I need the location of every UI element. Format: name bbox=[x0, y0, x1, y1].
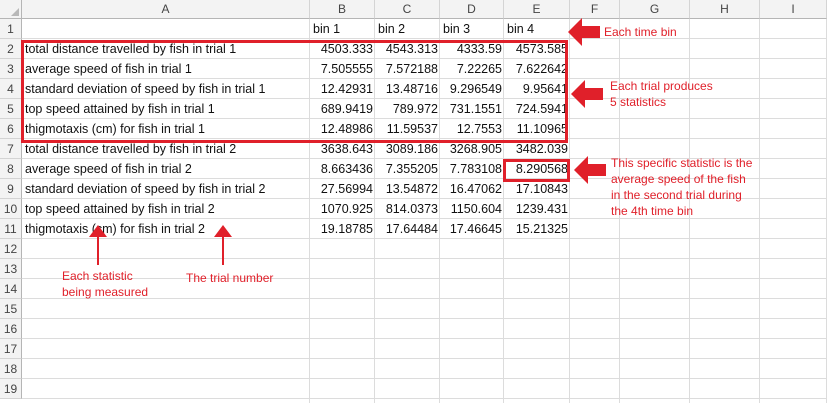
cell-c1[interactable]: bin 2 bbox=[375, 19, 440, 39]
column-header-a[interactable]: A bbox=[22, 0, 310, 19]
cell-c9[interactable]: 13.54872 bbox=[375, 179, 440, 199]
annotation-statistic-line1: Each statistic bbox=[62, 269, 133, 283]
column-header-f[interactable]: F bbox=[570, 0, 620, 19]
arrow-up-trial-number-icon bbox=[214, 225, 232, 265]
column-header-i[interactable]: I bbox=[760, 0, 827, 19]
cell-d11[interactable]: 17.46645 bbox=[440, 219, 504, 239]
cell-b10[interactable]: 1070.925 bbox=[310, 199, 375, 219]
column-header-h[interactable]: H bbox=[690, 0, 760, 19]
annotation-statistic-line2: being measured bbox=[62, 285, 149, 299]
cell-e9[interactable]: 17.10843 bbox=[504, 179, 570, 199]
annotation-specific-line2: average speed of the fish bbox=[611, 172, 746, 186]
grid-column-line bbox=[759, 19, 760, 403]
row-header-12[interactable]: 12 bbox=[0, 239, 22, 259]
cell-b11[interactable]: 19.18785 bbox=[310, 219, 375, 239]
row-header-15[interactable]: 15 bbox=[0, 299, 22, 319]
cell-a8[interactable]: average speed of fish in trial 2 bbox=[22, 159, 310, 179]
grid-row-line bbox=[22, 398, 827, 399]
row-header-1[interactable]: 1 bbox=[0, 19, 22, 39]
grid-row-line bbox=[22, 378, 827, 379]
column-header-g[interactable]: G bbox=[620, 0, 690, 19]
row-header-18[interactable]: 18 bbox=[0, 359, 22, 379]
cell-b9[interactable]: 27.56994 bbox=[310, 179, 375, 199]
row-header-17[interactable]: 17 bbox=[0, 339, 22, 359]
annotation-trial-number: The trial number bbox=[186, 271, 274, 285]
grid-row-line bbox=[22, 258, 827, 259]
cell-a11[interactable]: thigmotaxis (cm) for fish in trial 2 bbox=[22, 219, 310, 239]
cell-d1[interactable]: bin 3 bbox=[440, 19, 504, 39]
row-header-13[interactable]: 13 bbox=[0, 259, 22, 279]
cell-d9[interactable]: 16.47062 bbox=[440, 179, 504, 199]
column-header-d[interactable]: D bbox=[440, 0, 504, 19]
cell-e10[interactable]: 1239.431 bbox=[504, 199, 570, 219]
cell-a9[interactable]: standard deviation of speed by fish in t… bbox=[22, 179, 310, 199]
arrow-up-statistic-icon bbox=[89, 225, 107, 265]
row-header-19[interactable]: 19 bbox=[0, 379, 22, 399]
trial-1-highlight-box bbox=[21, 40, 568, 143]
grid-row-line bbox=[22, 318, 827, 319]
annotation-time-bin: Each time bin bbox=[604, 25, 677, 39]
select-all-corner[interactable] bbox=[0, 0, 22, 19]
row-header-2[interactable]: 2 bbox=[0, 39, 22, 59]
row-header-9[interactable]: 9 bbox=[0, 179, 22, 199]
row-header-5[interactable]: 5 bbox=[0, 99, 22, 119]
cell-b8[interactable]: 8.663436 bbox=[310, 159, 375, 179]
arrow-left-time-bin-icon bbox=[568, 18, 600, 46]
grid-row-line bbox=[22, 358, 827, 359]
selected-statistic-highlight-box bbox=[503, 159, 570, 182]
cell-e11[interactable]: 15.21325 bbox=[504, 219, 570, 239]
row-header-11[interactable]: 11 bbox=[0, 219, 22, 239]
cell-d10[interactable]: 1150.604 bbox=[440, 199, 504, 219]
annotation-specific-statistic: This specific statistic is the average s… bbox=[611, 155, 752, 219]
row-header-6[interactable]: 6 bbox=[0, 119, 22, 139]
annotation-specific-line3: in the second trial during bbox=[611, 188, 742, 202]
grid-row-line bbox=[22, 338, 827, 339]
arrow-left-specific-stat-icon bbox=[574, 156, 606, 184]
annotation-specific-line4: the 4th time bin bbox=[611, 204, 694, 218]
annotation-each-statistic: Each statistic being measured bbox=[62, 268, 148, 300]
row-header-7[interactable]: 7 bbox=[0, 139, 22, 159]
annotation-trial-produces-line2: 5 statistics bbox=[610, 95, 667, 109]
select-all-triangle-icon bbox=[11, 8, 19, 16]
cell-a10[interactable]: top speed attained by fish in trial 2 bbox=[22, 199, 310, 219]
row-header-3[interactable]: 3 bbox=[0, 59, 22, 79]
row-header-4[interactable]: 4 bbox=[0, 79, 22, 99]
annotation-specific-line1: This specific statistic is the bbox=[611, 156, 753, 170]
annotation-trial-produces: Each trial produces 5 statistics bbox=[610, 78, 713, 110]
cell-c8[interactable]: 7.355205 bbox=[375, 159, 440, 179]
cell-d8[interactable]: 7.783108 bbox=[440, 159, 504, 179]
column-header-e[interactable]: E bbox=[504, 0, 570, 19]
arrow-left-trial-stats-icon bbox=[571, 80, 603, 108]
column-header-c[interactable]: C bbox=[375, 0, 440, 19]
row-header-10[interactable]: 10 bbox=[0, 199, 22, 219]
cell-e1[interactable]: bin 4 bbox=[504, 19, 570, 39]
row-header-14[interactable]: 14 bbox=[0, 279, 22, 299]
cell-c11[interactable]: 17.64484 bbox=[375, 219, 440, 239]
row-header-8[interactable]: 8 bbox=[0, 159, 22, 179]
annotation-trial-produces-line1: Each trial produces bbox=[610, 79, 713, 93]
row-header-16[interactable]: 16 bbox=[0, 319, 22, 339]
cell-c10[interactable]: 814.0373 bbox=[375, 199, 440, 219]
column-header-b[interactable]: B bbox=[310, 0, 375, 19]
cell-b1[interactable]: bin 1 bbox=[310, 19, 375, 39]
